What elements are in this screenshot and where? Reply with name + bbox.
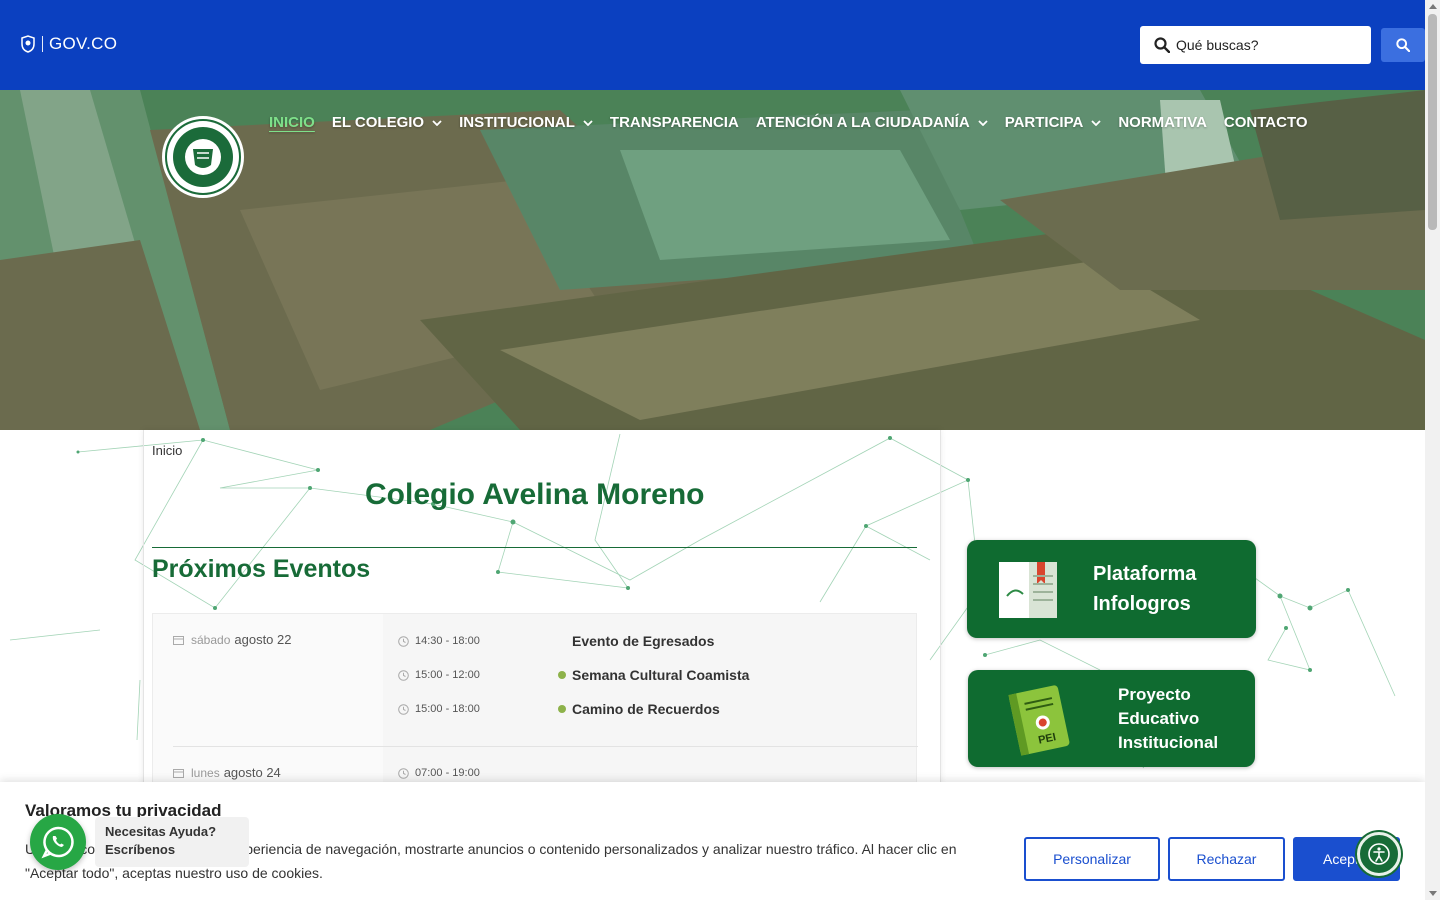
chevron-down-icon	[432, 119, 442, 126]
event-time-text: 15:00 - 12:00	[415, 669, 480, 681]
event-item[interactable]: 15:00 - 12:00 Semana Cultural Coamista	[398, 667, 898, 683]
breadcrumb[interactable]: Inicio	[152, 443, 182, 458]
search-icon	[1154, 37, 1170, 53]
pei-book-icon: PEI	[1008, 684, 1070, 756]
event-name[interactable]: Semana Cultural Coamista	[572, 667, 749, 683]
reject-button[interactable]: Rechazar	[1168, 837, 1285, 881]
nav-item-transparencia[interactable]: TRANSPARENCIA	[610, 114, 739, 131]
whatsapp-button[interactable]	[30, 814, 86, 870]
event-date: agosto 22	[234, 632, 292, 647]
infologros-line1: Plataforma	[1093, 563, 1197, 585]
event-date: agosto 24	[223, 765, 281, 780]
title-divider	[152, 547, 917, 548]
event-time: 14:30 - 18:00	[398, 635, 558, 647]
nav-label: PARTICIPA	[1004, 114, 1084, 131]
search-button[interactable]	[1381, 28, 1425, 62]
accessibility-button[interactable]	[1357, 832, 1401, 876]
event-time-text: 15:00 - 18:00	[415, 703, 480, 715]
gov-co-logo[interactable]: GOV.CO	[20, 34, 117, 54]
nav-label: NORMATIVA	[1118, 114, 1207, 131]
pei-project-button[interactable]: PEI Proyecto Educativo Institucional	[968, 670, 1255, 767]
scroll-up-arrow-icon[interactable]	[1429, 4, 1437, 9]
event-time-text: 07:00 - 19:00	[415, 767, 480, 779]
logo-separator	[42, 36, 43, 52]
chevron-down-icon	[583, 119, 593, 126]
nav-label: TRANSPARENCIA	[609, 114, 739, 131]
nav-label: EL COLEGIO	[331, 114, 425, 131]
clock-icon	[398, 669, 409, 681]
event-day: sábado agosto 22	[173, 632, 291, 647]
clock-icon	[398, 767, 409, 779]
pei-line3: Institucional	[1118, 732, 1219, 752]
nav-item-normativa[interactable]: NORMATIVA	[1118, 114, 1207, 131]
gov-co-text: GOV.CO	[49, 34, 118, 53]
event-day: lunes agosto 24	[173, 765, 281, 780]
nav-item-inicio[interactable]: INICIO	[269, 114, 315, 131]
colombia-crest-icon	[21, 35, 35, 53]
pei-label: Proyecto Educativo Institucional	[1118, 683, 1218, 755]
event-item[interactable]: 14:30 - 18:00 Evento de Egresados	[398, 633, 898, 649]
event-time-text: 14:30 - 18:00	[415, 635, 480, 647]
calendar-icon	[173, 768, 184, 778]
infologros-line2: Infologros	[1093, 593, 1191, 615]
page-scrollbar[interactable]	[1425, 0, 1440, 900]
school-crest-icon	[167, 121, 239, 193]
whatsapp-icon	[41, 826, 74, 859]
nav-label: ATENCIÓN A LA CIUDADANÍA	[755, 114, 970, 131]
event-status-dot	[558, 637, 566, 645]
event-item[interactable]: 07:00 - 19:00	[398, 767, 898, 779]
nav-label: CONTACTO	[1223, 114, 1308, 131]
nav-item-institucional[interactable]: INSTITUCIONAL	[459, 114, 593, 131]
book-icon	[999, 562, 1057, 618]
event-time: 07:00 - 19:00	[398, 767, 558, 779]
nav-item-el-colegio[interactable]: EL COLEGIO	[332, 114, 442, 131]
chevron-down-icon	[978, 119, 988, 126]
chevron-down-icon	[1091, 119, 1101, 126]
accessibility-icon	[1368, 843, 1390, 865]
events-section-title: Próximos Eventos	[152, 555, 371, 583]
infologros-platform-button[interactable]: Plataforma Infologros	[967, 540, 1256, 638]
scrollbar-thumb[interactable]	[1428, 14, 1437, 230]
event-name[interactable]: Evento de Egresados	[572, 633, 714, 649]
whatsapp-help-label[interactable]: Necesitas Ayuda? Escríbenos	[95, 817, 249, 867]
nav-label: INSTITUCIONAL	[459, 114, 575, 131]
nav-item-contacto[interactable]: CONTACTO	[1224, 114, 1308, 131]
event-time: 15:00 - 12:00	[398, 669, 558, 681]
pei-line2: Educativo	[1118, 708, 1200, 728]
gov-co-bar: GOV.CO	[0, 0, 1425, 90]
school-logo[interactable]	[162, 116, 244, 198]
page-title: Colegio Avelina Moreno	[365, 478, 705, 511]
search-input[interactable]	[1176, 37, 1356, 53]
search-box	[1140, 26, 1371, 64]
scroll-down-arrow-icon[interactable]	[1429, 891, 1437, 896]
nav-item-participa[interactable]: PARTICIPA	[1005, 114, 1102, 131]
main-nav: INICIO EL COLEGIO INSTITUCIONAL TRANSPAR…	[269, 114, 1325, 131]
event-status-dot	[558, 671, 566, 679]
event-time: 15:00 - 18:00	[398, 703, 558, 715]
clock-icon	[398, 635, 409, 647]
event-day-separator	[173, 746, 918, 747]
whatsapp-line2: Escríbenos	[105, 842, 176, 857]
event-weekday: lunes	[191, 765, 220, 780]
whatsapp-line1: Necesitas Ayuda?	[105, 824, 217, 839]
pei-line1: Proyecto	[1118, 684, 1191, 704]
infologros-label: Plataforma Infologros	[1093, 559, 1196, 619]
event-weekday: sábado	[191, 632, 231, 647]
search-button-icon	[1396, 38, 1410, 52]
nav-item-atencion-ciudadania[interactable]: ATENCIÓN A LA CIUDADANÍA	[756, 114, 988, 131]
calendar-icon	[173, 635, 184, 645]
customize-button[interactable]: Personalizar	[1024, 837, 1160, 881]
event-status-dot	[558, 705, 566, 713]
events-list: sábado agosto 22 14:30 - 18:00 Evento de…	[152, 613, 918, 803]
event-name[interactable]: Camino de Recuerdos	[572, 701, 720, 717]
clock-icon	[398, 703, 409, 715]
event-item[interactable]: 15:00 - 18:00 Camino de Recuerdos	[398, 701, 898, 717]
nav-label: INICIO	[269, 114, 315, 131]
